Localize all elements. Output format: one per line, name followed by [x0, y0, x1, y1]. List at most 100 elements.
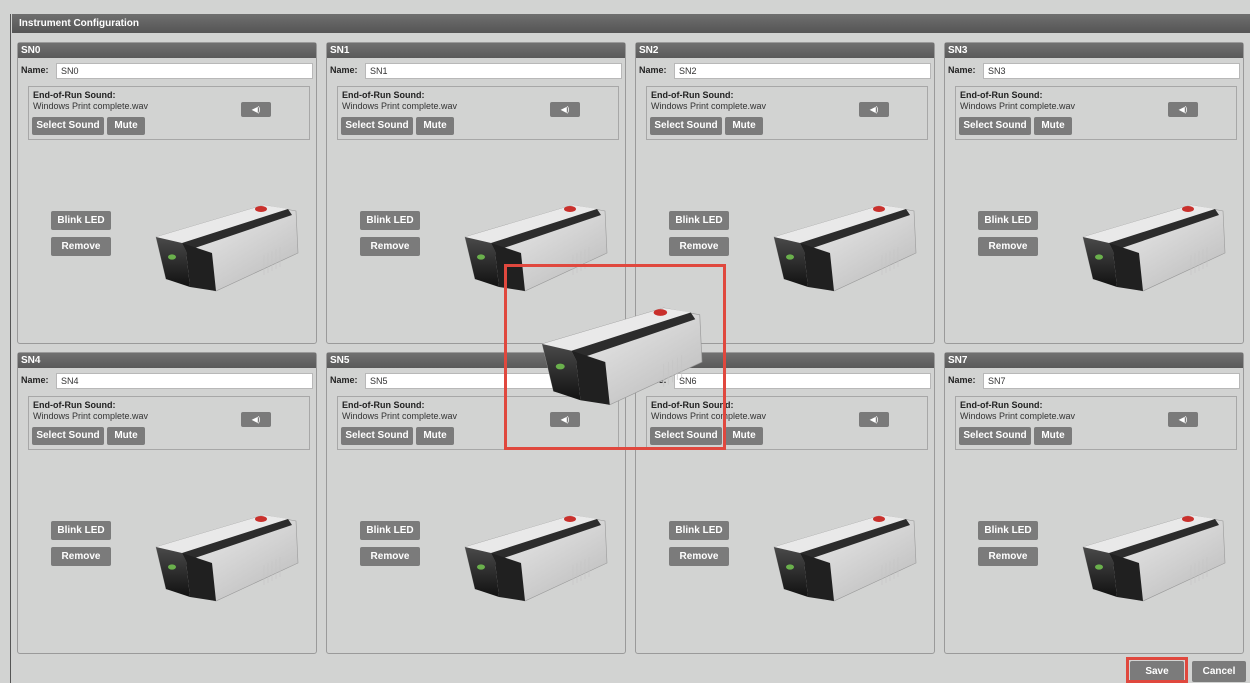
instrument-image: [146, 195, 306, 295]
play-sound-button[interactable]: ◀): [859, 412, 889, 427]
sound-title: End-of-Run Sound:: [33, 400, 116, 410]
remove-button[interactable]: Remove: [669, 237, 729, 256]
name-field[interactable]: [56, 63, 313, 79]
dragged-instrument-highlight[interactable]: [504, 264, 726, 450]
select-sound-button[interactable]: Select Sound: [341, 427, 413, 445]
window-edge: [10, 14, 11, 683]
remove-button[interactable]: Remove: [978, 547, 1038, 566]
mute-button[interactable]: Mute: [1034, 427, 1072, 445]
name-field[interactable]: [674, 63, 931, 79]
mute-button[interactable]: Mute: [725, 117, 763, 135]
select-sound-button[interactable]: Select Sound: [32, 427, 104, 445]
instrument-image: [764, 505, 924, 605]
play-sound-button[interactable]: ◀): [550, 102, 580, 117]
instrument-panel-sn4: SN4 Name: End-of-Run Sound: Windows Prin…: [17, 352, 317, 654]
sound-file-name: Windows Print complete.wav: [960, 101, 1076, 111]
remove-button[interactable]: Remove: [669, 547, 729, 566]
sound-title: End-of-Run Sound:: [342, 400, 425, 410]
remove-button[interactable]: Remove: [51, 237, 111, 256]
remove-button[interactable]: Remove: [978, 237, 1038, 256]
play-sound-button[interactable]: ◀): [241, 102, 271, 117]
mute-button[interactable]: Mute: [107, 117, 145, 135]
name-label: Name:: [948, 65, 976, 75]
panel-header: SN4: [18, 353, 316, 368]
speaker-icon: ◀): [869, 105, 879, 114]
play-sound-button[interactable]: ◀): [1168, 102, 1198, 117]
instrument-image: [1073, 505, 1233, 605]
speaker-icon: ◀): [1178, 415, 1188, 424]
dragged-instrument-image[interactable]: [531, 291, 711, 415]
play-sound-button[interactable]: ◀): [1168, 412, 1198, 427]
mute-button[interactable]: Mute: [725, 427, 763, 445]
sound-title: End-of-Run Sound:: [960, 400, 1043, 410]
sound-file-name: Windows Print complete.wav: [33, 411, 149, 421]
end-of-run-sound-box: End-of-Run Sound: Windows Print complete…: [337, 86, 619, 140]
panel-header: SN3: [945, 43, 1243, 58]
name-label: Name:: [330, 375, 358, 385]
cancel-button[interactable]: Cancel: [1192, 661, 1246, 682]
name-field[interactable]: [983, 63, 1240, 79]
name-label: Name:: [948, 375, 976, 385]
select-sound-button[interactable]: Select Sound: [32, 117, 104, 135]
blink-led-button[interactable]: Blink LED: [669, 211, 729, 230]
panel-header: SN7: [945, 353, 1243, 368]
instrument-panel-sn7: SN7 Name: End-of-Run Sound: Windows Prin…: [944, 352, 1244, 654]
name-field[interactable]: [365, 63, 622, 79]
name-label: Name:: [21, 65, 49, 75]
sound-title: End-of-Run Sound:: [960, 90, 1043, 100]
blink-led-button[interactable]: Blink LED: [360, 521, 420, 540]
select-sound-button[interactable]: Select Sound: [650, 117, 722, 135]
end-of-run-sound-box: End-of-Run Sound: Windows Print complete…: [28, 396, 310, 450]
blink-led-button[interactable]: Blink LED: [51, 211, 111, 230]
sound-file-name: Windows Print complete.wav: [342, 411, 458, 421]
instrument-panel-sn3: SN3 Name: End-of-Run Sound: Windows Prin…: [944, 42, 1244, 344]
speaker-icon: ◀): [251, 415, 261, 424]
mute-button[interactable]: Mute: [1034, 117, 1072, 135]
instrument-image: [146, 505, 306, 605]
blink-led-button[interactable]: Blink LED: [360, 211, 420, 230]
end-of-run-sound-box: End-of-Run Sound: Windows Print complete…: [28, 86, 310, 140]
select-sound-button[interactable]: Select Sound: [959, 427, 1031, 445]
play-sound-button[interactable]: ◀): [859, 102, 889, 117]
speaker-icon: ◀): [251, 105, 261, 114]
sound-title: End-of-Run Sound:: [342, 90, 425, 100]
end-of-run-sound-box: End-of-Run Sound: Windows Print complete…: [646, 86, 928, 140]
name-label: Name:: [21, 375, 49, 385]
speaker-icon: ◀): [869, 415, 879, 424]
panel-header: SN2: [636, 43, 934, 58]
name-field[interactable]: [983, 373, 1240, 389]
save-button-highlight: [1126, 657, 1188, 683]
end-of-run-sound-box: End-of-Run Sound: Windows Print complete…: [955, 86, 1237, 140]
panel-header: SN0: [18, 43, 316, 58]
sound-title: End-of-Run Sound:: [651, 90, 734, 100]
sound-file-name: Windows Print complete.wav: [342, 101, 458, 111]
blink-led-button[interactable]: Blink LED: [978, 211, 1038, 230]
sound-file-name: Windows Print complete.wav: [960, 411, 1076, 421]
remove-button[interactable]: Remove: [360, 547, 420, 566]
name-field[interactable]: [56, 373, 313, 389]
select-sound-button[interactable]: Select Sound: [959, 117, 1031, 135]
end-of-run-sound-box: End-of-Run Sound: Windows Print complete…: [955, 396, 1237, 450]
blink-led-button[interactable]: Blink LED: [669, 521, 729, 540]
play-sound-button[interactable]: ◀): [241, 412, 271, 427]
name-label: Name:: [639, 65, 667, 75]
remove-button[interactable]: Remove: [51, 547, 111, 566]
speaker-icon: ◀): [1178, 105, 1188, 114]
sound-title: End-of-Run Sound:: [33, 90, 116, 100]
mute-button[interactable]: Mute: [416, 117, 454, 135]
remove-button[interactable]: Remove: [360, 237, 420, 256]
instrument-image: [455, 505, 615, 605]
blink-led-button[interactable]: Blink LED: [978, 521, 1038, 540]
window-title: Instrument Configuration: [12, 14, 1250, 33]
blink-led-button[interactable]: Blink LED: [51, 521, 111, 540]
speaker-icon: ◀): [560, 105, 570, 114]
instrument-image: [1073, 195, 1233, 295]
mute-button[interactable]: Mute: [107, 427, 145, 445]
select-sound-button[interactable]: Select Sound: [341, 117, 413, 135]
sound-file-name: Windows Print complete.wav: [33, 101, 149, 111]
panel-header: SN1: [327, 43, 625, 58]
name-label: Name:: [330, 65, 358, 75]
mute-button[interactable]: Mute: [416, 427, 454, 445]
sound-file-name: Windows Print complete.wav: [651, 101, 767, 111]
instrument-image: [764, 195, 924, 295]
